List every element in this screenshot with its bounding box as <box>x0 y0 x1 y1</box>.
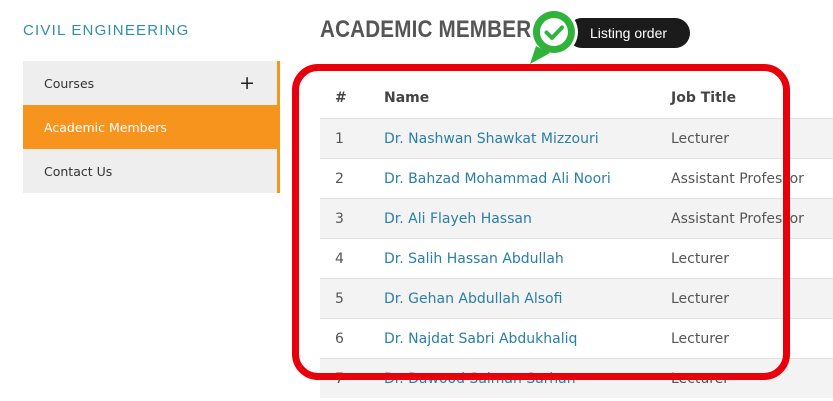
members-table: # Name Job Title 1 Dr. Nashwan Shawkat M… <box>320 78 833 398</box>
member-name-link[interactable]: Dr. Bahzad Mohammad Ali Noori <box>384 171 611 187</box>
row-number: 6 <box>335 330 344 347</box>
row-number: 7 <box>335 370 344 387</box>
sidebar-item-academic-members[interactable]: Academic Members <box>23 105 280 149</box>
sidebar-item-contact-us[interactable]: Contact Us <box>23 149 280 193</box>
member-job-title: Lecturer <box>671 370 730 387</box>
member-job-title: Lecturer <box>671 290 730 307</box>
column-header-job-title: Job Title <box>671 90 737 106</box>
expand-plus-icon[interactable]: + <box>239 72 255 94</box>
member-job-title: Lecturer <box>671 130 730 147</box>
member-name-link[interactable]: Dr. Dawood Salman Sarhan <box>384 371 576 387</box>
row-number: 3 <box>335 210 344 227</box>
sidebar-item-label: Contact Us <box>44 163 113 179</box>
page-title: ACADEMIC MEMBERS <box>320 16 546 43</box>
member-name-link[interactable]: Dr. Najdat Sabri Abdukhaliq <box>384 331 577 347</box>
row-number: 2 <box>335 170 344 187</box>
member-job-title: Lecturer <box>671 330 730 347</box>
table-row: 3 Dr. Ali Flayeh Hassan Assistant Profes… <box>320 198 833 238</box>
table-header-row: # Name Job Title <box>320 78 833 118</box>
row-number: 1 <box>335 130 344 147</box>
table-row: 1 Dr. Nashwan Shawkat Mizzouri Lecturer <box>320 118 833 158</box>
sidebar-item-courses[interactable]: Courses + <box>23 61 280 105</box>
member-job-title: Assistant Professor <box>671 170 804 187</box>
table-row: 2 Dr. Bahzad Mohammad Ali Noori Assistan… <box>320 158 833 198</box>
member-name-link[interactable]: Dr. Gehan Abdullah Alsofi <box>384 291 562 307</box>
member-job-title: Assistant Professor <box>671 210 804 227</box>
table-row: 4 Dr. Salih Hassan Abdullah Lecturer <box>320 238 833 278</box>
member-name-link[interactable]: Dr. Salih Hassan Abdullah <box>384 251 564 267</box>
row-number: 4 <box>335 250 344 267</box>
column-header-name: Name <box>384 90 430 106</box>
sidebar-item-label: Academic Members <box>44 119 167 135</box>
table-row: 5 Dr. Gehan Abdullah Alsofi Lecturer <box>320 278 833 318</box>
sidebar-nav: Courses + Academic Members Contact Us <box>23 61 280 193</box>
column-header-number: # <box>335 90 347 106</box>
row-number: 5 <box>335 290 344 307</box>
table-row: 7 Dr. Dawood Salman Sarhan Lecturer <box>320 358 833 398</box>
check-pin-icon <box>529 8 578 64</box>
sidebar-item-label: Courses <box>44 75 95 91</box>
member-name-link[interactable]: Dr. Nashwan Shawkat Mizzouri <box>384 131 599 147</box>
department-title[interactable]: CIVIL ENGINEERING <box>23 22 190 39</box>
member-job-title: Lecturer <box>671 250 730 267</box>
annotation-tooltip: Listing order <box>567 18 690 48</box>
member-name-link[interactable]: Dr. Ali Flayeh Hassan <box>384 211 532 227</box>
table-row: 6 Dr. Najdat Sabri Abdukhaliq Lecturer <box>320 318 833 358</box>
